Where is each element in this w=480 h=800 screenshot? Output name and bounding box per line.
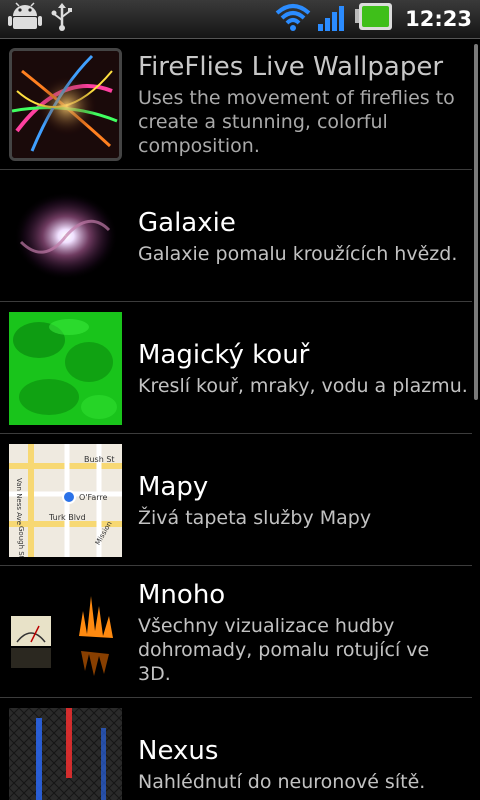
map-label: Turk Blvd (48, 513, 86, 522)
scrollbar[interactable] (474, 44, 478, 400)
wallpaper-description: Nahlédnutí do neuronové sítě. (138, 771, 426, 793)
list-item[interactable]: Mnoho Všechny vizualizace hudby dohromad… (0, 566, 472, 698)
wallpaper-title: Galaxie (138, 208, 236, 238)
wallpaper-title: Mnoho (138, 580, 226, 610)
wallpaper-description: Uses the movement of fireflies to create… (138, 87, 455, 157)
fireflies-thumbnail (9, 48, 122, 161)
map-label: Gough St (17, 526, 25, 557)
map-label: Van Ness Ave (15, 478, 23, 525)
wallpaper-title: FireFlies Live Wallpaper (138, 52, 444, 82)
map-location-dot (62, 490, 76, 504)
signal-icon (317, 2, 349, 36)
wallpaper-description: Živá tapeta služby Mapy (138, 507, 372, 529)
android-icon (8, 2, 42, 36)
list-item[interactable]: Van Ness Ave Bush St O'Farre Turk Blvd G… (0, 434, 472, 566)
wallpaper-description: Galaxie pomalu kroužících hvězd. (138, 243, 458, 265)
wallpaper-description: Kreslí kouř, mraky, vodu a plazmu. (138, 375, 468, 397)
wallpaper-description: Všechny vizualizace hudby dohromady, pom… (138, 615, 430, 685)
wallpaper-title: Nexus (138, 736, 219, 766)
map-thumbnail: Van Ness Ave Bush St O'Farre Turk Blvd G… (9, 444, 122, 557)
map-label: O'Farre (79, 493, 108, 502)
usb-icon (50, 2, 74, 36)
list-item[interactable]: FireFlies Live Wallpaper Uses the moveme… (0, 38, 472, 170)
list-item[interactable]: Magický kouř Kreslí kouř, mraky, vodu a … (0, 302, 472, 434)
map-label: Bush St (84, 455, 115, 464)
smoke-thumbnail (9, 312, 122, 425)
music-visualizer-thumbnail (9, 576, 122, 689)
status-clock: 12:23 (405, 7, 472, 31)
live-wallpaper-list[interactable]: FireFlies Live Wallpaper Uses the moveme… (0, 38, 472, 800)
list-item[interactable]: Nexus Nahlédnutí do neuronové sítě. (0, 698, 472, 800)
wifi-icon (275, 1, 311, 37)
wallpaper-title: Magický kouř (138, 340, 310, 370)
wallpaper-title: Mapy (138, 472, 209, 502)
nexus-thumbnail (9, 708, 122, 800)
status-bar: 12:23 (0, 0, 480, 39)
list-item[interactable]: Galaxie Galaxie pomalu kroužících hvězd. (0, 170, 472, 302)
galaxy-thumbnail (9, 180, 122, 293)
battery-icon (355, 2, 393, 36)
